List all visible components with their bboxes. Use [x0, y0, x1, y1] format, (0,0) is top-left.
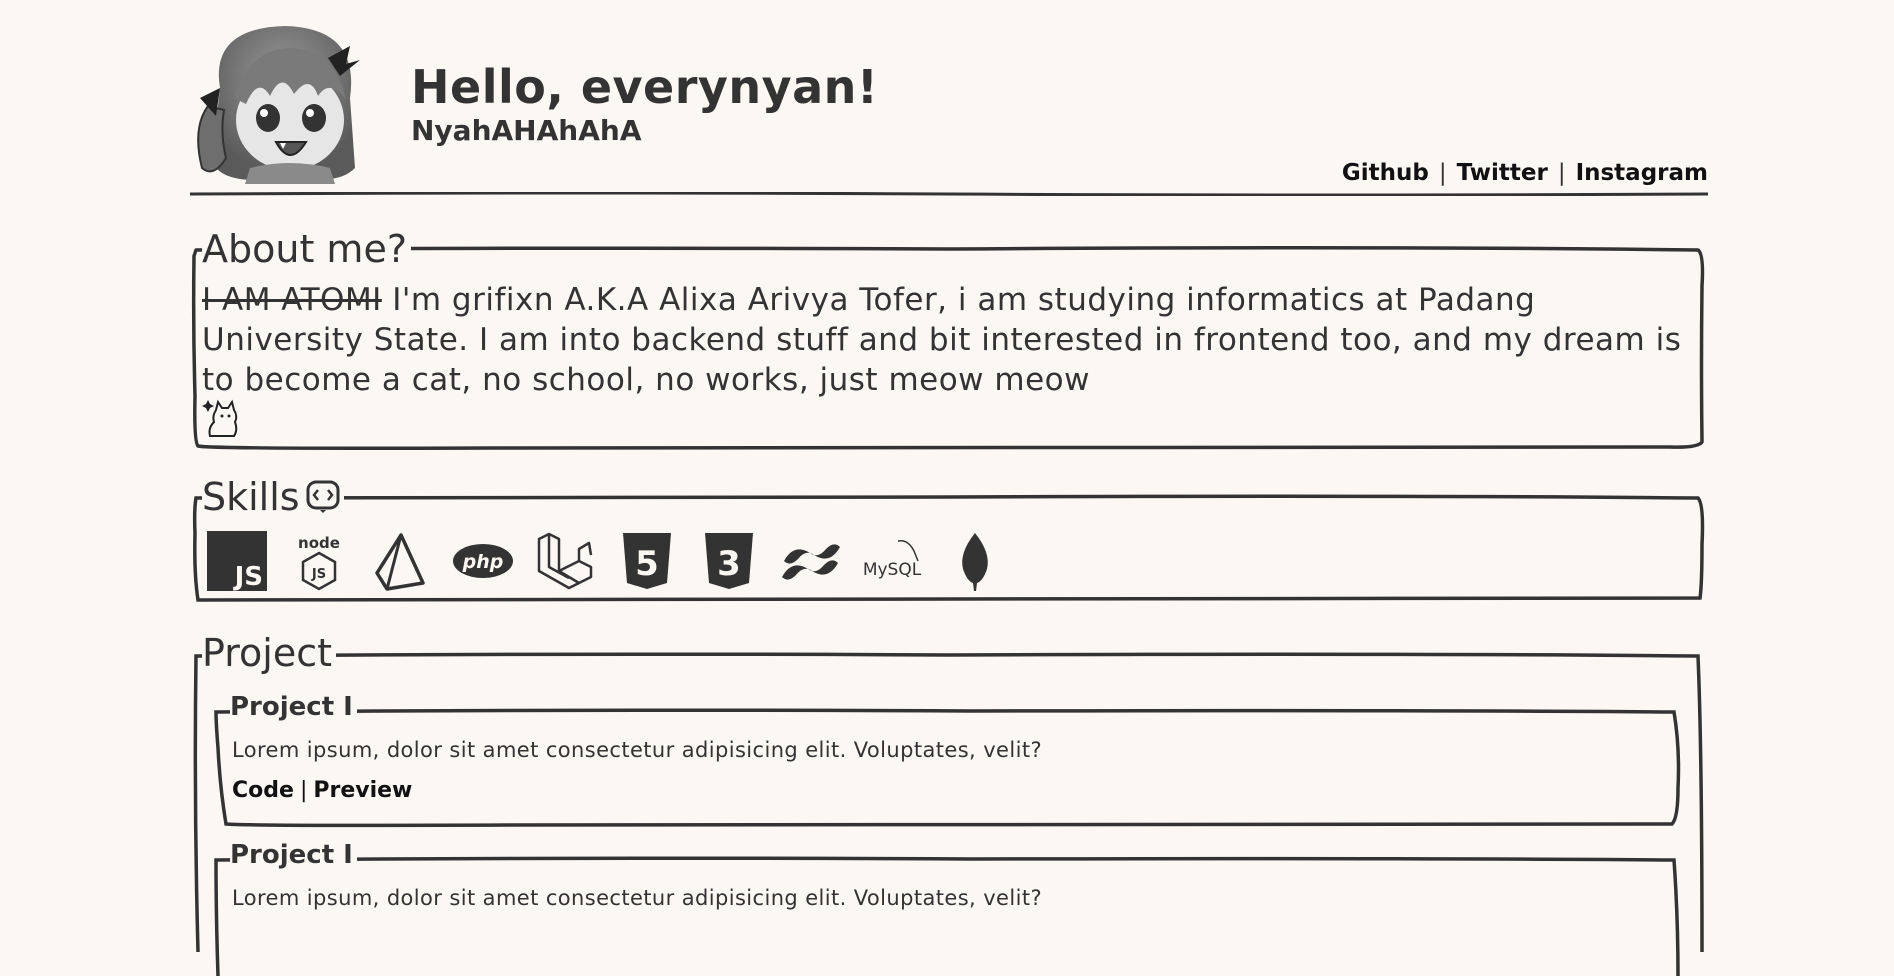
avatar [197, 26, 360, 184]
html5-icon: 5 [616, 530, 678, 592]
skills-heading-text: Skills [202, 475, 300, 519]
project-heading: Project [202, 634, 337, 672]
github-link[interactable]: Github [1342, 160, 1429, 186]
javascript-icon: JS [206, 530, 268, 592]
project-card-frame [214, 708, 1681, 828]
project-description: Lorem ipsum, dolor sit amet consectetur … [232, 738, 1042, 762]
project-card: Project I Lorem ipsum, dolor sit amet co… [212, 842, 1682, 976]
about-heading: About me? [202, 230, 411, 268]
project-links: Code | Preview [232, 778, 412, 803]
twitter-link[interactable]: Twitter [1457, 160, 1548, 186]
mysql-icon: MySQL [862, 530, 924, 592]
nodejs-icon: node JS [288, 530, 350, 592]
separator: | [1557, 160, 1566, 186]
php-icon: php [452, 530, 514, 592]
mongodb-icon [944, 530, 1006, 592]
about-body: I'm grifixn A.K.A Alixa Arivya Tofer, i … [202, 282, 1682, 398]
page-title: Hello, everynyan! [411, 60, 879, 114]
header: Hello, everynyan! NyahAHAhAhA Github | Twi… [190, 0, 1708, 200]
svg-text:JS: JS [311, 567, 326, 582]
project-title: Project I [230, 694, 357, 720]
cat-icon [202, 399, 238, 437]
project-section: Project Project I Lorem ipsum, dolor sit… [190, 634, 1708, 976]
svg-text:3: 3 [717, 544, 741, 584]
separator: | [1438, 160, 1447, 186]
about-section: About me? I AM ATOMI I'm grifixn A.K.A A… [190, 230, 1708, 451]
laravel-icon [534, 530, 596, 592]
page: Hello, everynyan! NyahAHAhAhA Github | Twi… [190, 0, 1708, 976]
project-card-frame [214, 856, 1680, 976]
project-card: Project I Lorem ipsum, dolor sit amet co… [212, 694, 1682, 828]
code-link[interactable]: Code [232, 778, 294, 803]
code-bubble-icon [306, 480, 340, 513]
svg-text:JS: JS [233, 562, 263, 591]
social-links: Github | Twitter | Instagram [1342, 160, 1708, 186]
project-title: Project I [230, 842, 357, 868]
preview-link[interactable]: Preview [313, 778, 412, 803]
project-description: Lorem ipsum, dolor sit amet consectetur … [232, 886, 1042, 910]
skills-heading: Skills [202, 478, 344, 516]
css3-icon: 3 [698, 530, 760, 592]
about-text: I AM ATOMI I'm grifixn A.K.A Alixa Arivy… [202, 280, 1692, 400]
instagram-link[interactable]: Instagram [1576, 160, 1708, 186]
prisma-icon [370, 530, 432, 592]
tailwind-icon [780, 530, 842, 592]
struck-text: I AM ATOMI [202, 282, 382, 318]
svg-text:MySQL: MySQL [863, 560, 922, 580]
svg-text:php: php [462, 551, 504, 573]
page-subtitle: NyahAHAhAhA [411, 114, 642, 147]
header-divider [190, 192, 1708, 196]
skills-list: JS node JS php 5 3 MySQL [206, 530, 1006, 592]
svg-text:node: node [298, 534, 340, 552]
svg-text:5: 5 [635, 544, 659, 584]
skills-section: Skills JS node JS php 5 3 MySQL [190, 478, 1708, 604]
separator: | [299, 778, 308, 803]
